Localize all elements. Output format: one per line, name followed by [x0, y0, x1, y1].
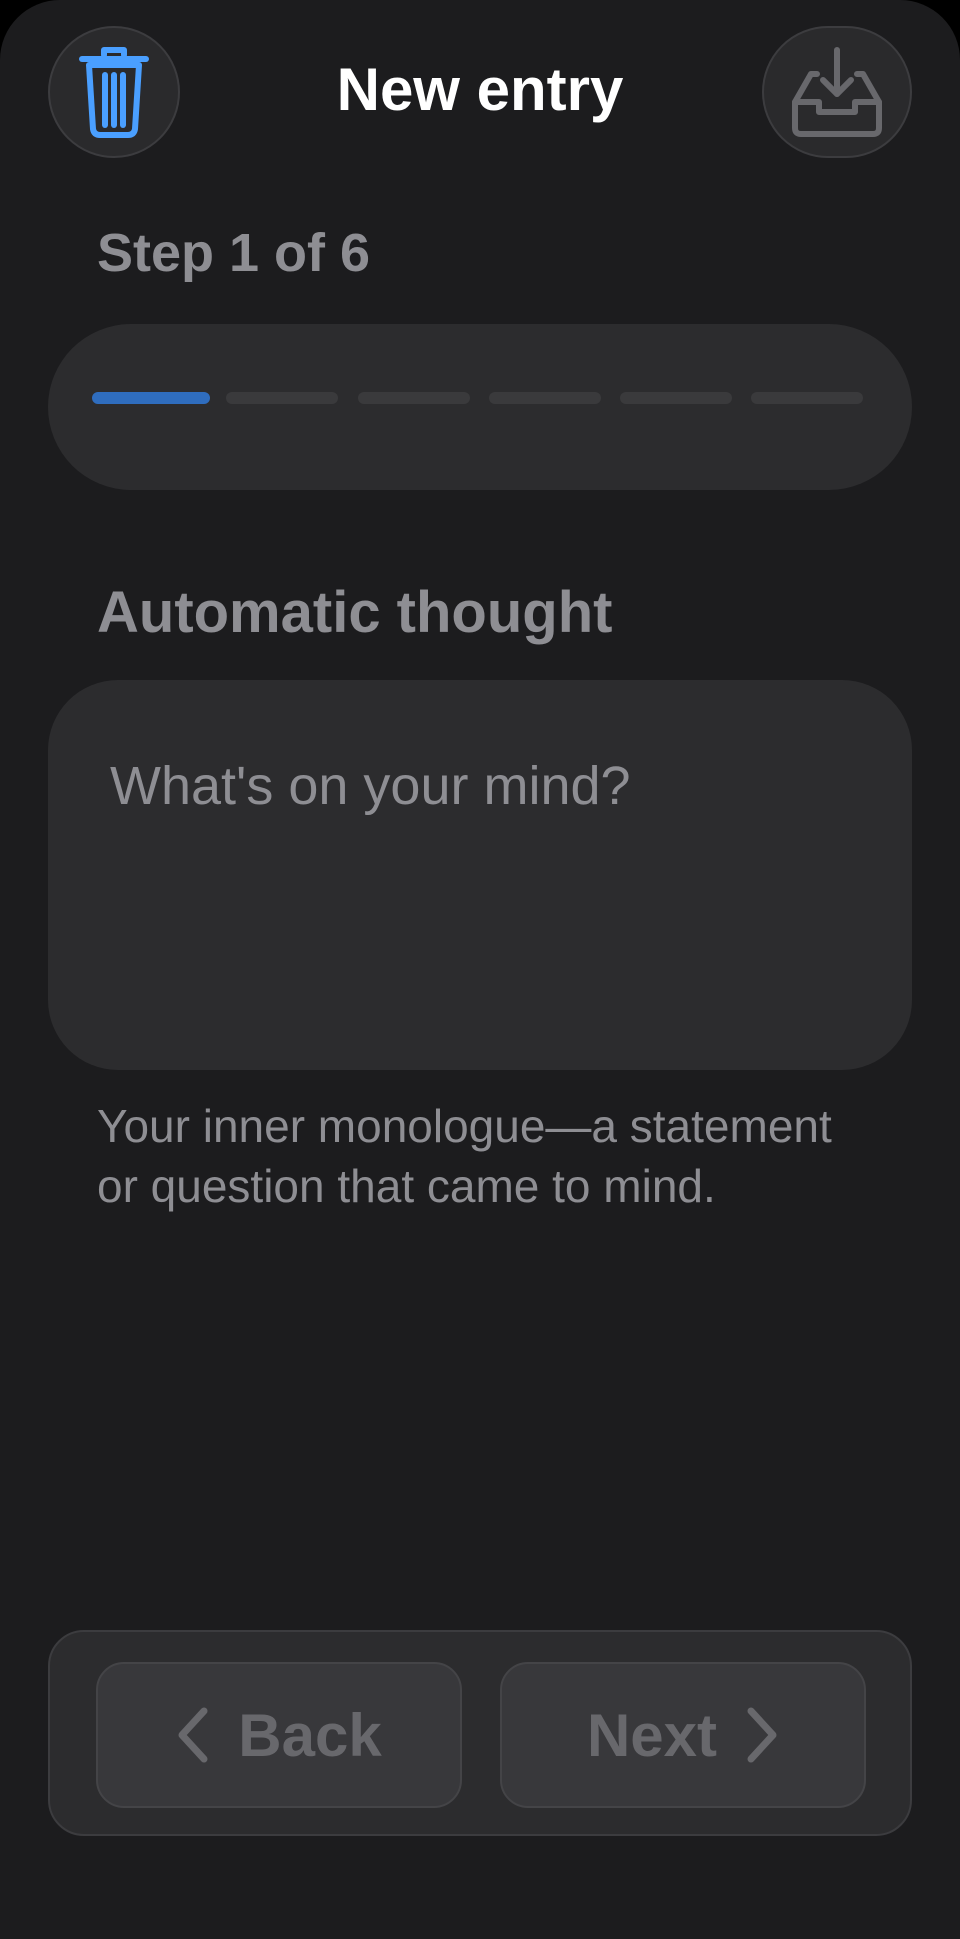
progress-segment-3	[358, 392, 470, 404]
delete-entry-button[interactable]	[48, 26, 180, 158]
chevron-left-icon	[176, 1707, 210, 1763]
automatic-thought-helper-text: Your inner monologue—a statement or ques…	[97, 1100, 832, 1212]
save-entry-button[interactable]	[762, 26, 912, 158]
chevron-right-icon	[745, 1707, 779, 1763]
step-navigation-bar: Back Next	[48, 1630, 912, 1836]
progress-segment-1	[92, 392, 210, 404]
automatic-thought-label: Automatic thought	[97, 580, 613, 645]
new-entry-sheet: New entry Step 1 of 6 Automatic thought …	[0, 0, 960, 1939]
back-button-label: Back	[238, 1701, 382, 1769]
next-button[interactable]: Next	[500, 1662, 866, 1808]
automatic-thought-field[interactable]	[48, 680, 912, 1070]
page-title: New entry	[336, 56, 624, 123]
progress-segment-5	[620, 392, 732, 404]
next-button-label: Next	[586, 1701, 718, 1769]
back-button[interactable]: Back	[96, 1662, 462, 1808]
progress-segment-4	[489, 392, 601, 404]
automatic-thought-input[interactable]	[110, 756, 870, 1026]
trash-icon	[79, 47, 149, 138]
progress-segment-6	[751, 392, 863, 404]
step-progress-bar	[48, 324, 912, 490]
progress-segment-2	[226, 392, 338, 404]
tray-download-icon	[792, 47, 882, 137]
step-indicator-label: Step 1 of 6	[97, 223, 371, 283]
